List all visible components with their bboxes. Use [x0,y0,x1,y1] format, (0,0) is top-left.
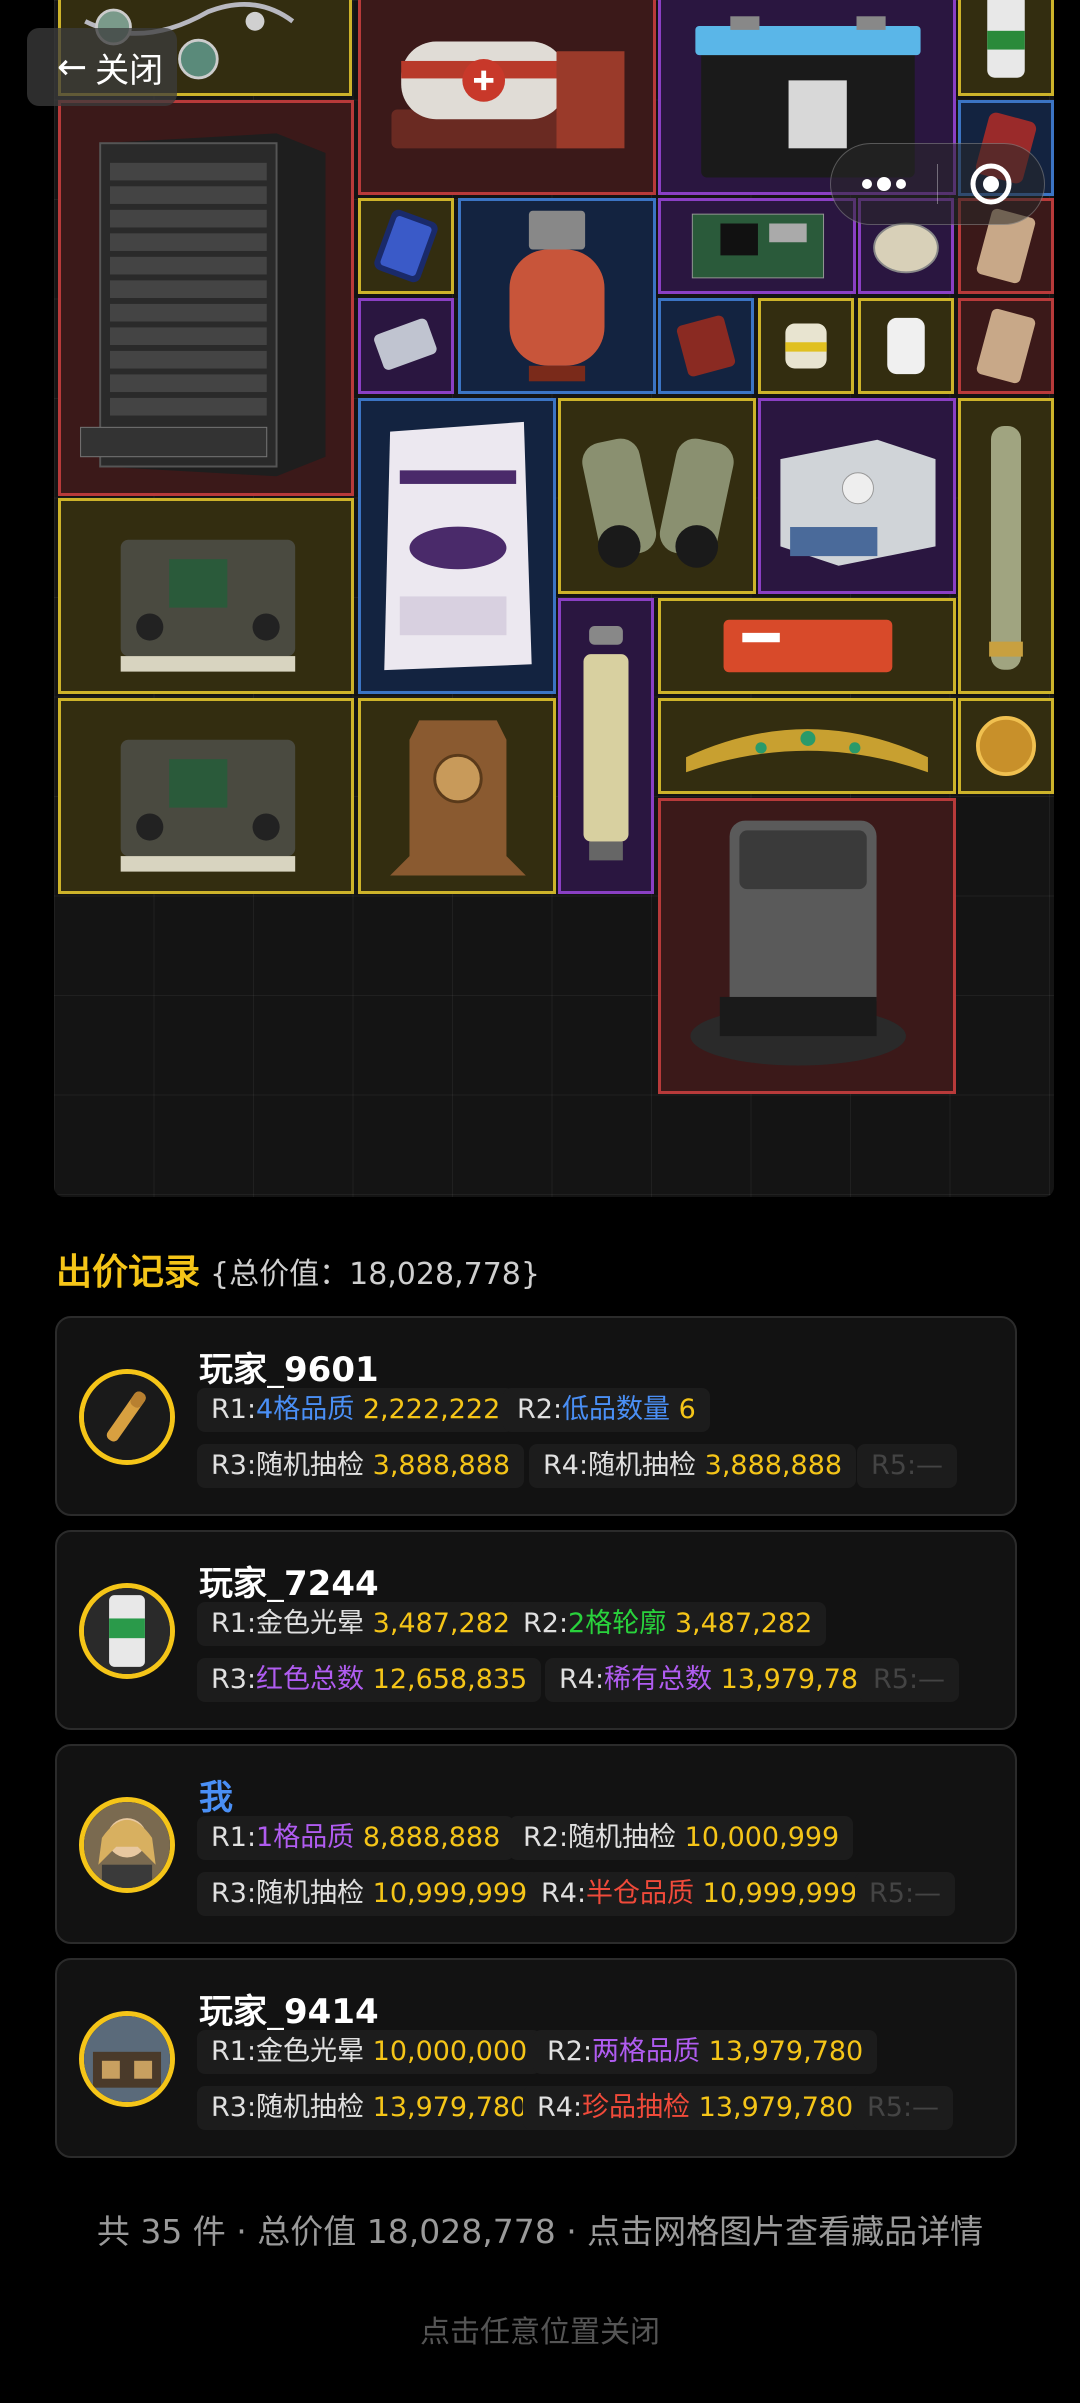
user-avatar-icon [84,1802,170,1888]
avatar [79,1797,175,1893]
cement-bag-icon [384,421,532,671]
grid-item-phone[interactable] [358,198,454,294]
round-3-bid: R3:红色总数 12,658,835 [197,1658,542,1702]
grid-item-toolbox[interactable] [658,598,956,694]
grid-item-clock[interactable] [358,698,556,894]
radio-icon [120,739,296,872]
grid-item-bottle[interactable] [958,0,1054,96]
round-2-bid: R2:2格轮廓 3,487,282 [509,1602,827,1646]
incubator-icon [780,439,936,566]
radio-icon [120,539,296,672]
round-4-bid: R4:稀有总数 13,979,789 [545,1658,890,1702]
bottle-icon [987,0,1025,78]
grid-item-cement[interactable] [358,398,556,694]
phone-icon [374,209,438,283]
grid-item-tiara[interactable] [658,698,956,794]
round-1-bid: R1:4格品质 2,222,222 [197,1388,515,1432]
avatar [79,2011,175,2107]
tube-icon [989,426,1023,670]
tag-icon [887,317,925,375]
bid-records-header: 出价记录 {总价值：18,028,778} [56,1243,540,1295]
grid-item-gas-cylinder[interactable] [458,198,656,394]
avatar [79,1369,175,1465]
bid-records-total: {总价值：18,028,778} [210,1257,540,1292]
round-1-bid: R1:1格品质 8,888,888 [197,1816,515,1860]
grid-item-canister[interactable] [758,298,854,394]
grid-item-radio-1[interactable] [58,498,354,694]
round-5-bid: R5:— [859,1658,960,1702]
bid-card: 玩家_9414 R1:金色光晕 10,000,000 R2:两格品质 13,97… [55,1958,1017,2158]
round-5-bid: R5:— [855,1872,956,1916]
back-arrow-icon: ← [57,46,88,88]
round-1-bid: R1:金色光晕 10,000,000 [197,2030,542,2074]
round-3-bid: R3:随机抽检 3,888,888 [197,1444,525,1488]
card-icon [976,308,1036,384]
bid-card: 玩家_7244 R1:金色光晕 3,487,282 R2:2格轮廓 3,487,… [55,1530,1017,1730]
round-4-bid: R4:随机抽检 3,888,888 [529,1444,857,1488]
grid-item-card-red-2[interactable] [958,298,1054,394]
round-5-bid: R5:— [857,1444,958,1488]
round-4-bid: R4:珍品抽检 13,979,780 [523,2086,868,2130]
grid-item-binoculars[interactable] [558,398,756,594]
grid-item-tube[interactable] [958,398,1054,694]
grid-item-robot-station[interactable] [658,798,956,1094]
battery-avatar-icon [84,1588,170,1674]
binoculars-icon [582,438,734,568]
player-name: 玩家_9414 [199,1992,379,2032]
player-name: 我 [199,1778,233,1818]
circuit-icon [691,213,825,279]
close-program-icon[interactable] [938,144,1044,224]
grid-item-radio-2[interactable] [58,698,354,894]
lantern-icon [583,626,629,861]
summary-text: 共 35 件 · 总价值 18,028,778 · 点击网格图片查看藏品详情 [96,2212,984,2251]
grid-item-server[interactable] [58,100,354,496]
canister-icon [785,323,827,369]
grid-item-red-pouch-small[interactable] [658,298,754,394]
more-menu-icon[interactable] [831,144,937,224]
coin-icon [976,716,1036,776]
grid-item-circuit-board[interactable] [658,198,856,294]
bid-card: 我 R1:1格品质 8,888,888 R2:随机抽检 10,000,999 R… [55,1744,1017,1944]
player-name: 玩家_9601 [199,1350,379,1390]
round-2-bid: R2:两格品质 13,979,780 [533,2030,878,2074]
close-label: 关闭 [95,50,164,91]
round-3-bid: R3:随机抽检 13,979,780 [197,2086,542,2130]
round-1-bid: R1:金色光晕 3,487,282 [197,1602,525,1646]
round-4-bid: R4:半仓品质 10,999,999 [527,1872,872,1916]
scene-avatar-icon [84,2016,170,2102]
tiara-icon [686,729,928,773]
player-name: 玩家_7244 [199,1564,379,1604]
grid-item-tag[interactable] [858,298,954,394]
clock-icon [390,720,526,876]
grid-item-card[interactable] [358,298,454,394]
server-icon [80,133,326,477]
grid-item-air-tank[interactable] [358,0,656,195]
bid-card: 玩家_9601 R1:4格品质 2,222,222 R2:低品数量 6 R3:随… [55,1316,1017,1516]
grid-item-coin[interactable] [958,698,1054,794]
close-button[interactable]: ← 关闭 [27,28,177,106]
bullet-avatar-icon [84,1374,170,1460]
card-icon [374,318,437,370]
round-3-bid: R3:随机抽检 10,999,999 [197,1872,542,1916]
toolbox-icon [723,619,893,673]
tap-to-close-hint[interactable]: 点击任意位置关闭 [0,2307,1080,2351]
tank-icon [391,41,625,149]
round-5-bid: R5:— [853,2086,954,2130]
avatar [79,1583,175,1679]
round-2-bid: R2:低品数量 6 [503,1388,710,1432]
gas-cylinder-icon [509,210,605,382]
grid-item-lantern[interactable] [558,598,654,894]
pouch-icon [676,315,736,377]
round-2-bid: R2:随机抽检 10,000,999 [509,1816,854,1860]
robot-station-icon [690,820,906,1066]
grid-item-incubator[interactable] [758,398,956,594]
bid-records-title: 出价记录 [56,1252,201,1293]
mini-program-capsule [830,143,1045,225]
